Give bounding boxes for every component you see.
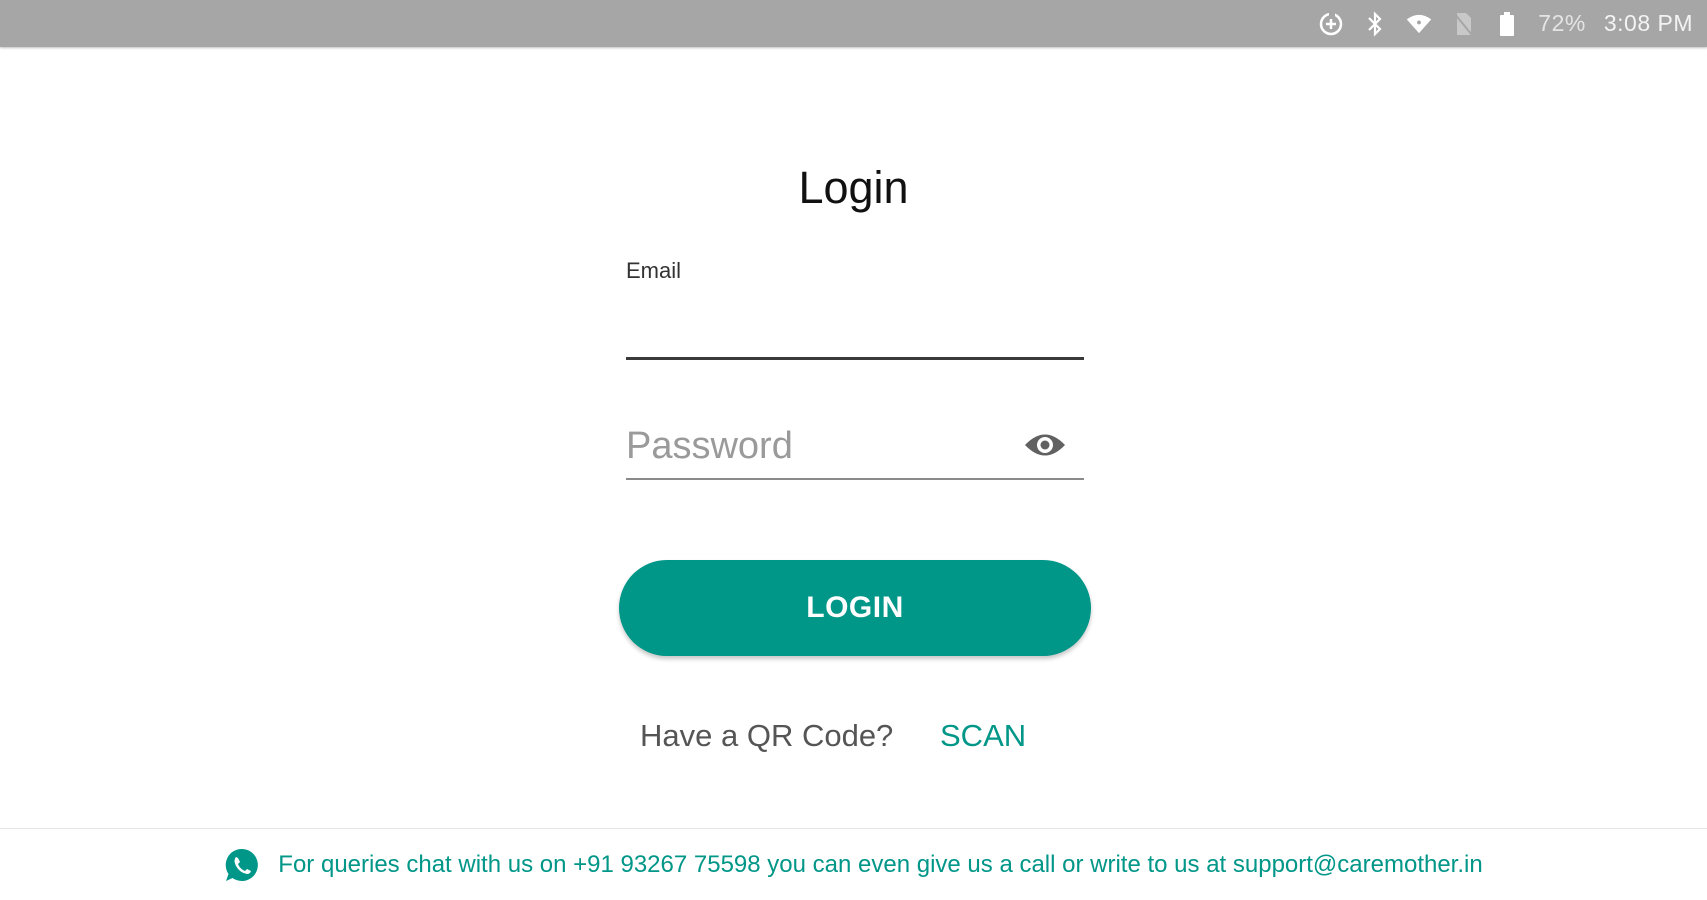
status-icons: 72% 3:08 PM xyxy=(1318,10,1693,37)
bluetooth-icon xyxy=(1362,10,1388,37)
whatsapp-icon[interactable] xyxy=(224,847,260,883)
login-screen: 72% 3:08 PM Login Email LOGIN Have a QR … xyxy=(0,0,1707,900)
scan-button[interactable]: SCAN xyxy=(940,718,1026,754)
eye-icon[interactable] xyxy=(1022,428,1068,462)
page-title: Login xyxy=(798,162,909,213)
email-label: Email xyxy=(626,258,682,283)
support-footer: For queries chat with us on +91 93267 75… xyxy=(0,845,1707,885)
footer-divider xyxy=(0,828,1707,829)
wifi-icon xyxy=(1406,11,1432,37)
password-field-container xyxy=(626,410,1084,480)
status-bar: 72% 3:08 PM xyxy=(0,0,1707,47)
qr-code-prompt: Have a QR Code? xyxy=(640,718,894,753)
no-sim-icon xyxy=(1450,11,1476,37)
data-saver-icon xyxy=(1318,11,1344,37)
battery-percent: 72% xyxy=(1538,10,1586,36)
status-clock: 3:08 PM xyxy=(1603,10,1693,36)
battery-icon xyxy=(1494,11,1520,37)
login-button[interactable]: LOGIN xyxy=(619,560,1091,656)
password-field[interactable] xyxy=(626,418,1006,474)
email-field[interactable] xyxy=(626,290,1084,360)
support-contact-text[interactable]: For queries chat with us on +91 93267 75… xyxy=(278,851,1482,879)
